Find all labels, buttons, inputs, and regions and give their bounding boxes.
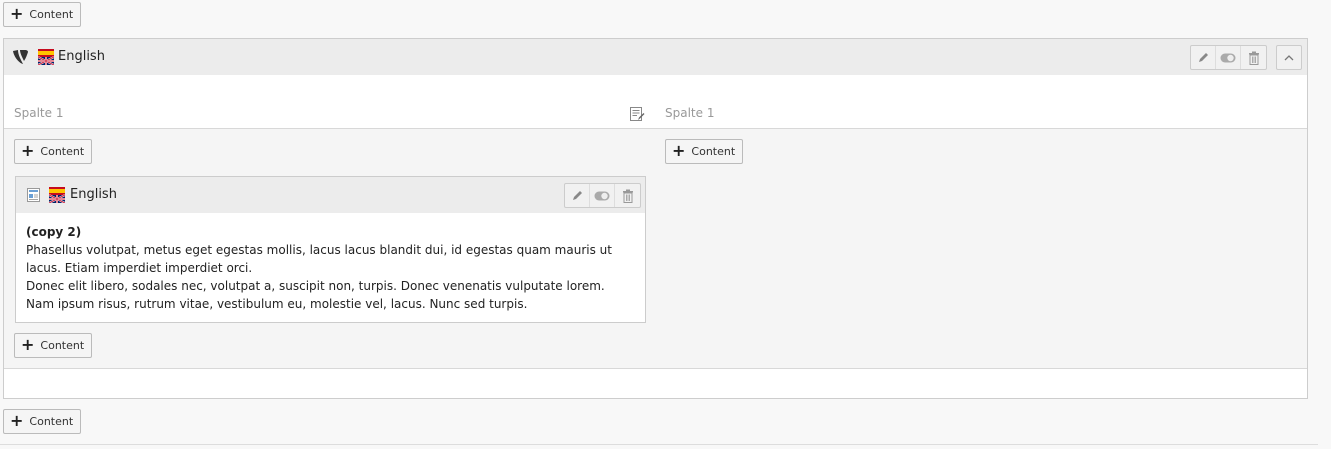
column-header-left: Spalte 1 xyxy=(14,106,64,120)
plus-icon: + xyxy=(10,4,24,23)
content-element: English (copy 2) Phasellus volutpat, met… xyxy=(15,176,646,323)
add-content-label: Content xyxy=(40,339,85,352)
content-actions xyxy=(564,183,641,208)
collapse-button[interactable] xyxy=(1276,45,1302,70)
plus-icon: + xyxy=(10,411,24,430)
toggle-visibility-button[interactable] xyxy=(1216,46,1241,69)
content-text-line: lacus. Etiam imperdiet imperdiet orci. xyxy=(26,261,253,275)
container-language-label: English xyxy=(58,49,105,64)
content-text-line: Nam ipsum risus, rutrum vitae, vestibulu… xyxy=(26,297,528,311)
typo3-icon xyxy=(13,50,28,64)
collapse-icon xyxy=(1284,54,1294,60)
content-text-line: Phasellus volutpat, metus eget egestas m… xyxy=(26,243,612,257)
add-content-button-top[interactable]: + Content xyxy=(3,2,82,27)
edit-icon xyxy=(1198,53,1208,62)
add-content-button-left[interactable]: + Content xyxy=(14,139,93,164)
flag-icon xyxy=(38,49,54,65)
plus-icon: + xyxy=(21,141,35,160)
delete-icon xyxy=(622,189,633,203)
plus-icon: + xyxy=(21,335,35,354)
add-content-label: Content xyxy=(29,415,74,428)
container-actions xyxy=(1190,45,1267,70)
content-element-header: English xyxy=(16,177,645,213)
toggle-icon xyxy=(1220,53,1236,62)
page-edit-icon[interactable] xyxy=(630,107,645,122)
add-content-label: Content xyxy=(40,145,85,158)
container-header: English xyxy=(4,39,1307,75)
edit-button[interactable] xyxy=(565,184,590,207)
toggle-icon xyxy=(594,191,610,200)
content-text-line: Donec elit libero, sodales nec, volutpat… xyxy=(26,279,605,293)
content-element-body[interactable]: (copy 2) Phasellus volutpat, metus eget … xyxy=(26,223,635,313)
columns-area: + Content + Content English (copy 2) Pha… xyxy=(4,128,1307,369)
delete-button[interactable] xyxy=(1241,46,1266,69)
content-title: (copy 2) xyxy=(26,225,82,239)
edit-button[interactable] xyxy=(1191,46,1216,69)
add-content-label: Content xyxy=(29,8,74,21)
add-content-label: Content xyxy=(691,145,736,158)
delete-icon xyxy=(1248,51,1259,65)
column-header-right: Spalte 1 xyxy=(665,106,715,120)
container-element: English Spalte 1 Spalte 1 + Content + Co… xyxy=(3,38,1308,399)
delete-button[interactable] xyxy=(615,184,640,207)
plus-icon: + xyxy=(672,141,686,160)
add-content-button-left-below[interactable]: + Content xyxy=(14,333,93,358)
divider xyxy=(0,444,1318,445)
edit-icon xyxy=(572,191,582,200)
toggle-visibility-button[interactable] xyxy=(590,184,615,207)
flag-icon xyxy=(49,187,65,203)
content-type-icon xyxy=(27,188,40,202)
add-content-button-right[interactable]: + Content xyxy=(665,139,744,164)
content-language-label: English xyxy=(70,187,117,202)
add-content-button-bottom[interactable]: + Content xyxy=(3,409,82,434)
